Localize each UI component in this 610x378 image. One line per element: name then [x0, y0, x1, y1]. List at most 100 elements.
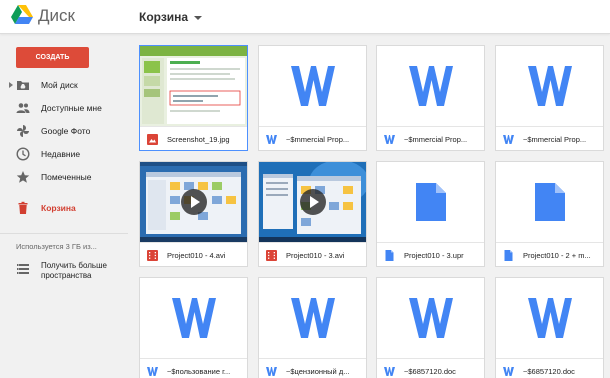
sidebar: СОЗДАТЬ Мой диск Доступные мне Google Фо…	[0, 34, 128, 378]
word-file-icon	[503, 135, 514, 144]
expand-arrow-icon[interactable]	[9, 82, 13, 88]
file-caption: Screenshot_19.jpg	[140, 126, 247, 150]
app-title[interactable]: Диск	[38, 6, 75, 26]
sidebar-item-starred[interactable]: Помеченные	[0, 166, 128, 189]
generic-file-icon	[385, 250, 394, 261]
file-tile[interactable]: Project010 - 3.upr	[376, 161, 485, 267]
word-file-icon	[503, 367, 514, 376]
word-logo-icon	[408, 298, 453, 338]
file-tile[interactable]: Project010 - 3.avi	[258, 161, 367, 267]
storage-usage-text[interactable]: Используется 3 ГБ из...	[16, 242, 97, 251]
sidebar-item-label: Мой диск	[41, 80, 78, 90]
file-name: ~$пользование г...	[167, 367, 231, 376]
word-file-icon	[384, 367, 395, 376]
file-name: ~$mmercial Prop...	[523, 135, 587, 144]
pinwheel-icon	[17, 125, 29, 137]
word-preview	[377, 46, 484, 126]
word-logo-icon	[290, 298, 335, 338]
file-name: Project010 - 3.upr	[404, 251, 464, 260]
video-file-icon	[266, 250, 277, 261]
file-tile[interactable]: Project010 - 2 + m...	[495, 161, 604, 267]
people-icon	[16, 103, 30, 113]
doc-preview	[496, 162, 603, 242]
file-name: ~$mmercial Prop...	[404, 135, 468, 144]
file-caption: Project010 - 3.upr	[377, 242, 484, 266]
file-caption: ~$mmercial Prop...	[259, 126, 366, 150]
drive-logo-icon[interactable]	[11, 5, 33, 24]
chevron-down-icon	[194, 15, 203, 20]
play-icon[interactable]	[300, 189, 326, 215]
location-dropdown[interactable]: Корзина	[139, 10, 203, 24]
file-name: ~$mmercial Prop...	[286, 135, 350, 144]
folder-icon	[17, 81, 29, 90]
file-name: Project010 - 3.avi	[286, 251, 345, 260]
doc-preview	[377, 162, 484, 242]
word-file-icon	[266, 367, 277, 376]
file-caption: Project010 - 2 + m...	[496, 242, 603, 266]
trash-icon	[18, 201, 28, 214]
file-caption: ~$6857120.doc	[496, 358, 603, 378]
file-tile[interactable]: ~$6857120.doc	[376, 277, 485, 378]
word-file-icon	[266, 135, 277, 144]
word-preview	[259, 46, 366, 126]
file-caption: Project010 - 3.avi	[259, 242, 366, 266]
file-tile[interactable]: Screenshot_19.jpg	[139, 45, 248, 151]
sidebar-divider	[0, 233, 128, 234]
word-file-icon	[384, 135, 395, 144]
file-name: ~$цензионный д...	[286, 367, 350, 376]
file-name: Screenshot_19.jpg	[167, 135, 230, 144]
file-caption: ~$6857120.doc	[377, 358, 484, 378]
file-caption: Project010 - 4.avi	[140, 242, 247, 266]
sidebar-item-trash[interactable]: Корзина	[0, 197, 128, 220]
word-preview	[140, 278, 247, 358]
generic-file-icon	[504, 250, 513, 261]
word-logo-icon	[527, 66, 572, 106]
image-thumbnail	[140, 46, 247, 126]
video-file-icon	[147, 250, 158, 261]
doc-icon	[534, 183, 565, 221]
play-icon[interactable]	[181, 189, 207, 215]
file-tile[interactable]: ~$mmercial Prop...	[495, 45, 604, 151]
sidebar-item-my-drive[interactable]: Мой диск	[0, 74, 128, 97]
word-preview	[496, 278, 603, 358]
file-name: Project010 - 4.avi	[167, 251, 226, 260]
file-caption: ~$mmercial Prop...	[496, 126, 603, 150]
get-more-storage-label: Получить больше пространства	[41, 261, 107, 280]
file-name: ~$6857120.doc	[404, 367, 456, 376]
sidebar-item-label: Google Фото	[41, 126, 91, 136]
sidebar-item-label: Корзина	[41, 203, 76, 213]
file-name: ~$6857120.doc	[523, 367, 575, 376]
file-tile[interactable]: ~$mmercial Prop...	[376, 45, 485, 151]
file-tile[interactable]: ~$mmercial Prop...	[258, 45, 367, 151]
word-preview	[259, 278, 366, 358]
file-tile[interactable]: ~$6857120.doc	[495, 277, 604, 378]
word-logo-icon	[527, 298, 572, 338]
top-bar: Диск Корзина	[0, 0, 610, 34]
word-logo-icon	[171, 298, 216, 338]
file-tile[interactable]: ~$цензионный д...	[258, 277, 367, 378]
clock-icon	[16, 147, 30, 161]
file-tile[interactable]: Project010 - 4.avi	[139, 161, 248, 267]
sidebar-item-label: Помеченные	[41, 172, 92, 182]
word-file-icon	[147, 367, 158, 376]
file-name: Project010 - 2 + m...	[523, 251, 591, 260]
sidebar-item-label: Доступные мне	[41, 103, 102, 113]
get-more-storage-link[interactable]: Получить больше пространства	[0, 258, 128, 282]
sidebar-item-google-photos[interactable]: Google Фото	[0, 120, 128, 143]
word-preview	[496, 46, 603, 126]
location-label: Корзина	[139, 10, 189, 24]
word-logo-icon	[290, 66, 335, 106]
file-caption: ~$пользование г...	[140, 358, 247, 378]
file-caption: ~$mmercial Prop...	[377, 126, 484, 150]
star-icon	[16, 171, 30, 183]
sidebar-item-recent[interactable]: Недавние	[0, 143, 128, 166]
file-caption: ~$цензионный д...	[259, 358, 366, 378]
image-file-icon	[147, 134, 158, 145]
storage-icon	[17, 264, 29, 274]
create-button[interactable]: СОЗДАТЬ	[16, 47, 89, 68]
doc-icon	[415, 183, 446, 221]
sidebar-item-shared[interactable]: Доступные мне	[0, 97, 128, 120]
file-tile[interactable]: ~$пользование г...	[139, 277, 248, 378]
sidebar-item-label: Недавние	[41, 149, 81, 159]
word-logo-icon	[408, 66, 453, 106]
